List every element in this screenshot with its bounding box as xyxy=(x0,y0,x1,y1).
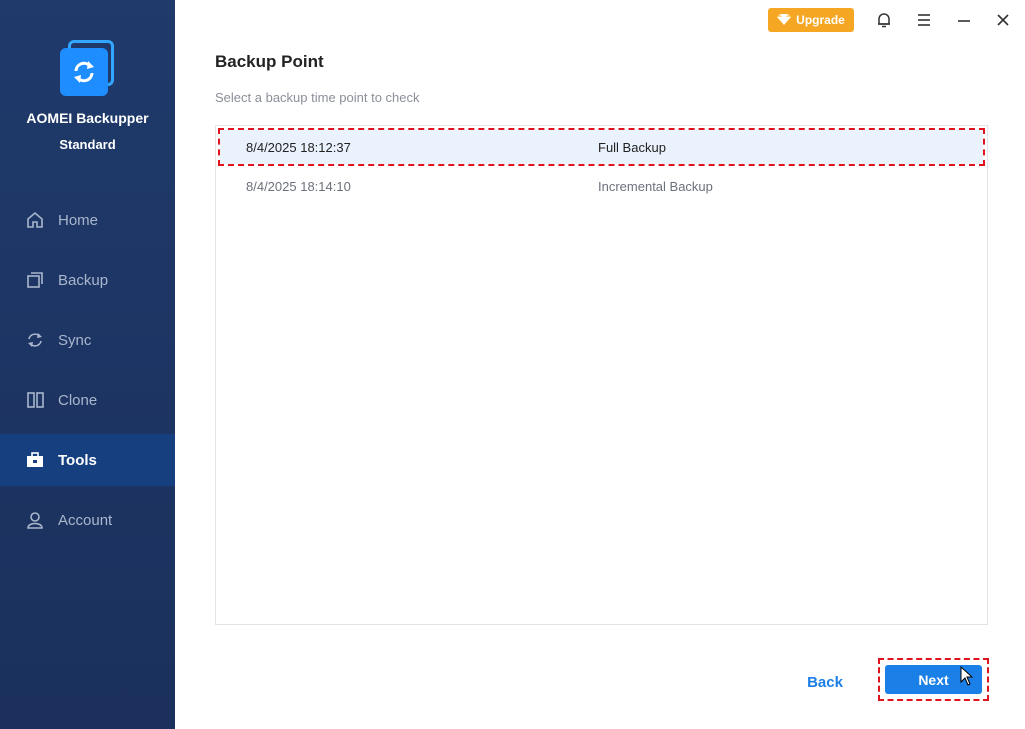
sidebar-item-home[interactable]: Home xyxy=(0,194,175,246)
close-icon[interactable] xyxy=(993,10,1013,30)
app-edition: Standard xyxy=(59,137,116,152)
sidebar-item-label: Sync xyxy=(58,331,92,349)
user-icon xyxy=(24,509,46,531)
backup-point-list: 8/4/2025 18:12:37 Full Backup 8/4/2025 1… xyxy=(215,125,988,625)
backup-type: Incremental Backup xyxy=(598,178,713,194)
sidebar-item-label: Home xyxy=(58,211,99,229)
diamond-icon xyxy=(777,13,792,28)
clone-icon xyxy=(24,389,46,411)
bell-icon[interactable] xyxy=(874,10,894,30)
app-name: AOMEI Backupper xyxy=(26,110,149,126)
page-title: Backup Point xyxy=(215,52,324,71)
sidebar-item-label: Account xyxy=(58,511,113,529)
sidebar-item-label: Clone xyxy=(58,391,98,409)
sidebar: AOMEI Backupper Standard Home Backup Syn… xyxy=(0,0,175,729)
upgrade-label: Upgrade xyxy=(796,13,845,27)
list-item[interactable]: 8/4/2025 18:14:10 Incremental Backup xyxy=(220,169,983,203)
backup-type: Full Backup xyxy=(598,139,666,155)
app-logo xyxy=(58,38,120,100)
sidebar-item-sync[interactable]: Sync xyxy=(0,314,175,366)
backup-time: 8/4/2025 18:12:37 xyxy=(246,139,351,155)
sidebar-item-clone[interactable]: Clone xyxy=(0,374,175,426)
sidebar-item-label: Tools xyxy=(58,451,97,469)
sidebar-item-backup[interactable]: Backup xyxy=(0,254,175,306)
mouse-cursor-icon xyxy=(960,666,974,686)
backup-icon xyxy=(24,269,46,291)
upgrade-button[interactable]: Upgrade xyxy=(768,8,854,32)
list-item[interactable]: 8/4/2025 18:12:37 Full Backup xyxy=(218,128,985,166)
back-button[interactable]: Back xyxy=(792,670,858,694)
backup-time: 8/4/2025 18:14:10 xyxy=(246,178,351,194)
minimize-icon[interactable] xyxy=(954,10,974,30)
sidebar-item-label: Backup xyxy=(58,271,109,289)
menu-icon[interactable] xyxy=(914,10,934,30)
toolbox-icon xyxy=(24,449,46,471)
main-panel: Upgrade Backup Point Select a backup tim… xyxy=(175,0,1025,729)
sidebar-item-account[interactable]: Account xyxy=(0,494,175,546)
sync-icon xyxy=(24,329,46,351)
home-icon xyxy=(24,209,46,231)
sidebar-item-tools[interactable]: Tools xyxy=(0,434,175,486)
page-subtitle: Select a backup time point to check xyxy=(215,90,420,105)
